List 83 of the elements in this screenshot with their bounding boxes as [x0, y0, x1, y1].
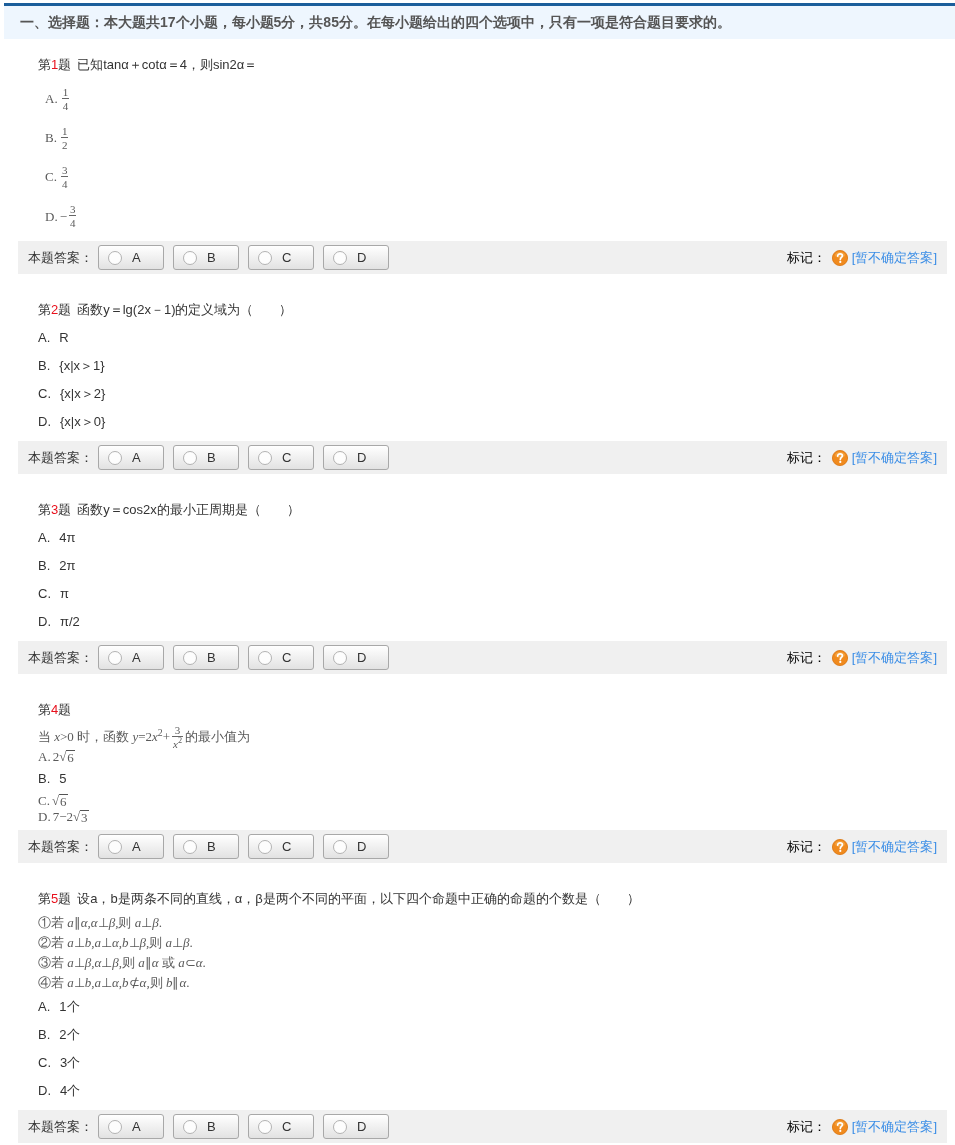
- radio-icon[interactable]: [258, 250, 272, 265]
- answer-choice-button[interactable]: C: [248, 1114, 314, 1139]
- answer-choice-button[interactable]: D: [323, 245, 389, 270]
- answer-choice-button[interactable]: D: [323, 445, 389, 470]
- mark-label: 标记：: [786, 837, 826, 856]
- question-text: 已知tanα＋cotα＝4，则sin2α＝: [77, 56, 258, 75]
- radio-icon[interactable]: [333, 250, 347, 265]
- question-text: 函数y＝lg(2x－1)的定义域为（ ）: [77, 301, 293, 320]
- radio-icon[interactable]: [333, 450, 347, 465]
- answer-option: A.2√6: [38, 747, 75, 767]
- answer-choice-button[interactable]: C: [248, 645, 314, 670]
- mark-label: 标记：: [786, 1117, 826, 1136]
- radio-icon[interactable]: [333, 650, 347, 665]
- answer-choice-button[interactable]: A: [98, 245, 164, 270]
- question-text: 函数y＝cos2x的最小正周期是（ ）: [77, 501, 300, 520]
- mark-label: 标记：: [786, 448, 826, 467]
- math-statement: ④若 a⊥b,a⊥α,b⊄α,则 b∥α.: [38, 974, 190, 993]
- radio-icon[interactable]: [108, 839, 122, 854]
- radio-icon[interactable]: [333, 839, 347, 854]
- answer-choice-button[interactable]: D: [323, 1114, 389, 1139]
- radio-icon[interactable]: [258, 450, 272, 465]
- answer-option: C. 3个: [38, 1053, 81, 1073]
- question-number: 第1题: [38, 56, 72, 75]
- help-icon: [831, 838, 848, 855]
- mark-label: 标记：: [786, 248, 826, 267]
- answer-choice-button[interactable]: B: [173, 445, 239, 470]
- radio-icon[interactable]: [333, 1119, 347, 1134]
- answer-choice-button[interactable]: C: [248, 445, 314, 470]
- answer-choice-button[interactable]: C: [248, 245, 314, 270]
- answer-choice-button[interactable]: A: [98, 445, 164, 470]
- answer-label: 本题答案：: [28, 448, 93, 467]
- radio-icon[interactable]: [108, 1119, 122, 1134]
- radio-icon[interactable]: [183, 839, 197, 854]
- answer-option: B. 5: [38, 769, 67, 789]
- answer-option: A. 4π: [38, 528, 76, 548]
- answer-option: A. R: [38, 328, 69, 348]
- answer-choice-button[interactable]: B: [173, 645, 239, 670]
- answer-choice-button[interactable]: D: [323, 834, 389, 859]
- radio-icon[interactable]: [108, 250, 122, 265]
- answer-choice-button[interactable]: B: [173, 834, 239, 859]
- radio-icon[interactable]: [183, 1119, 197, 1134]
- answer-label: 本题答案：: [28, 837, 93, 856]
- radio-icon[interactable]: [108, 450, 122, 465]
- math-statement: ①若 a∥α,α⊥β,则 a⊥β.: [38, 914, 162, 933]
- question-number: 第3题: [38, 501, 72, 520]
- radio-icon[interactable]: [108, 650, 122, 665]
- answer-choice-button[interactable]: B: [173, 1114, 239, 1139]
- help-icon: [831, 649, 848, 666]
- answer-option: D. π/2: [38, 612, 80, 632]
- answer-choice-button[interactable]: A: [98, 834, 164, 859]
- radio-icon[interactable]: [258, 1119, 272, 1134]
- mark-label: 标记：: [786, 648, 826, 667]
- math-statement: ③若 a⊥β,α⊥β,则 a∥α 或 a⊂α.: [38, 954, 206, 973]
- help-icon: [831, 249, 848, 266]
- answer-choice-button[interactable]: A: [98, 1114, 164, 1139]
- math-statement: ②若 a⊥b,a⊥α,b⊥β,则 a⊥β.: [38, 934, 193, 953]
- answer-option: B. 2π: [38, 556, 76, 576]
- question-number: 第4题: [38, 701, 72, 720]
- radio-icon[interactable]: [258, 839, 272, 854]
- radio-icon[interactable]: [258, 650, 272, 665]
- answer-label: 本题答案：: [28, 648, 93, 667]
- answer-choice-button[interactable]: A: [98, 645, 164, 670]
- help-icon: [831, 449, 848, 466]
- answer-option: C. π: [38, 584, 69, 604]
- answer-option: B. {x|x＞1}: [38, 356, 105, 376]
- answer-option: C. {x|x＞2}: [38, 384, 106, 404]
- radio-icon[interactable]: [183, 450, 197, 465]
- section-heading: 一、选择题：本大题共17个小题，每小题5分，共85分。在每小题给出的四个选项中，只有一项是符合题目要求的。: [20, 13, 731, 32]
- answer-choice-button[interactable]: C: [248, 834, 314, 859]
- answer-option: D. {x|x＞0}: [38, 412, 106, 432]
- answer-option: A. 1个: [38, 997, 80, 1017]
- help-icon: [831, 1118, 848, 1135]
- answer-label: 本题答案：: [28, 248, 93, 267]
- question-number: 第2题: [38, 301, 72, 320]
- radio-icon[interactable]: [183, 650, 197, 665]
- radio-icon[interactable]: [183, 250, 197, 265]
- answer-label: 本题答案：: [28, 1117, 93, 1136]
- answer-option: D. 4个: [38, 1081, 81, 1101]
- question-text: 设a，b是两条不同的直线，α，β是两个不同的平面，以下四个命题中正确的命题的个数是（ ）: [77, 890, 640, 909]
- answer-choice-button[interactable]: D: [323, 645, 389, 670]
- answer-option: B. 2个: [38, 1025, 80, 1045]
- question-number: 第5题: [38, 890, 72, 909]
- answer-choice-button[interactable]: B: [173, 245, 239, 270]
